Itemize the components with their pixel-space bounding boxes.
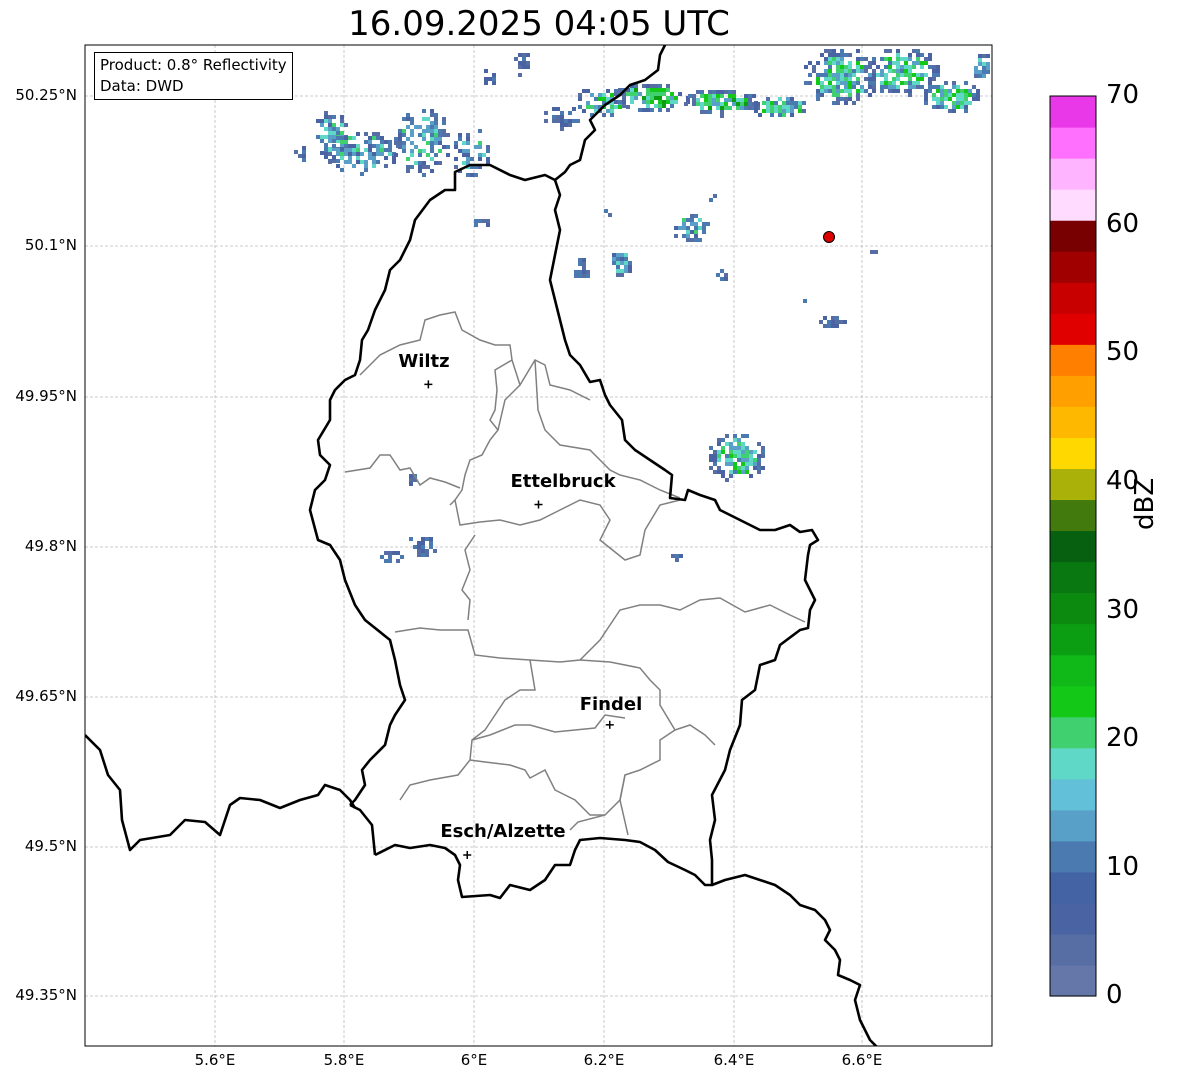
y-tick-label: 49.65°N [15,687,77,705]
colorbar-segment [1050,964,1096,997]
x-tick-label: 6.4°E [713,1051,755,1069]
colorbar-segment [1050,127,1096,159]
colorbar-segment [1050,158,1096,190]
radar-echo-cell [409,537,437,557]
colorbar-segment [1050,871,1096,904]
city-label-wiltz: Wiltz [398,351,450,372]
colorbar-segment [1050,189,1096,221]
colorbar-segment [1050,654,1096,687]
location-marker [823,231,835,243]
colorbar-segment [1050,282,1096,314]
colorbar-segment [1050,809,1096,842]
city-marker [605,720,614,729]
radar-echo-cell [684,90,760,118]
colorbar-segment [1050,747,1096,780]
x-tick-label: 6.6°E [841,1051,883,1069]
x-tick-label: 6°E [460,1051,488,1069]
colorbar-segment [1050,530,1096,563]
colorbar-tick-label: 30 [1106,595,1140,625]
city-marker [424,380,433,389]
x-tick-label: 5.8°E [323,1051,365,1069]
x-tick-label: 5.6°E [194,1051,236,1069]
y-tick-label: 49.5°N [24,837,77,855]
radar-echo-cell [514,53,530,77]
x-tick-label: 6.2°E [583,1051,625,1069]
radar-map [84,44,1097,1047]
colorbar-segment [1050,840,1096,873]
colorbar-tick-label: 60 [1106,209,1140,239]
radar-echo-cell [484,69,496,85]
y-tick-label: 50.25°N [15,86,77,104]
y-tick-label: 50.1°N [24,236,77,254]
product-label: Product: 0.8° Reflectivity [100,56,287,74]
radar-echo-cell [574,258,590,278]
plot-frame [84,44,993,1047]
colorbar-segment [1050,592,1096,625]
radar-echo-cell [754,97,806,117]
colorbar-segment [1050,933,1096,966]
country-borders [85,45,878,1046]
colorbar-tick-label: 50 [1106,337,1140,367]
radar-echo-cell [544,107,580,131]
colorbar-segment [1050,623,1096,656]
colorbar-tick-label: 70 [1106,80,1140,110]
data-source-label: Data: DWD [100,77,184,95]
y-tick-label: 49.8°N [24,537,77,555]
radar-echo-cell [294,146,306,162]
colorbar-segment [1050,251,1096,283]
radar-echo-cell [409,474,417,486]
radar-echo-cell [709,194,717,202]
colorbar-tick-label: 10 [1106,852,1140,882]
colorbar-segment [1050,561,1096,594]
colorbar-segment [1050,468,1096,501]
colorbar [1050,96,1096,997]
radar-echo-cell [803,299,807,303]
colorbar-segment [1050,499,1096,532]
colorbar-segment [1050,96,1096,128]
colorbar-label: dBZ [1130,477,1160,530]
radar-echo-cell [671,554,683,562]
radar-echo-cell [674,214,710,242]
city-markers [424,380,614,859]
radar-echo-cell [819,316,847,328]
city-label-findel: Findel [579,694,643,715]
y-tick-label: 49.35°N [15,986,77,1004]
radar-echo-cell [380,551,404,563]
grid-lines [85,45,992,1046]
radar-echo-cell [709,434,765,482]
city-marker [534,500,543,509]
colorbar-segment [1050,902,1096,935]
colorbar-segment [1050,344,1096,376]
city-label-ettelbruck: Ettelbruck [510,471,616,492]
colorbar-segment [1050,778,1096,811]
colorbar-tick-label: 20 [1106,723,1140,753]
colorbar-segment [1050,406,1096,438]
city-label-esch-alzette: Esch/Alzette [440,821,566,842]
y-tick-label: 49.95°N [15,387,77,405]
district-boundaries [344,311,806,836]
radar-echo-cell [870,250,878,254]
colorbar-tick-label: 0 [1106,980,1123,1010]
colorbar-segment [1050,437,1096,470]
radar-echo-cell [604,209,612,217]
radar-echo-cell [394,109,450,177]
city-marker [463,851,472,859]
radar-echo-cell [612,253,632,277]
colorbar-segment [1050,716,1096,749]
radar-echo-cell [974,54,990,78]
colorbar-segment [1050,220,1096,252]
radar-echo-cell [474,219,490,227]
radar-echo-cell [924,81,980,113]
info-box: Product: 0.8° Reflectivity Data: DWD [94,52,293,100]
colorbar-segment [1050,375,1096,407]
colorbar-segment [1050,313,1096,345]
radar-echo-cell [716,269,728,281]
colorbar-segment [1050,685,1096,718]
